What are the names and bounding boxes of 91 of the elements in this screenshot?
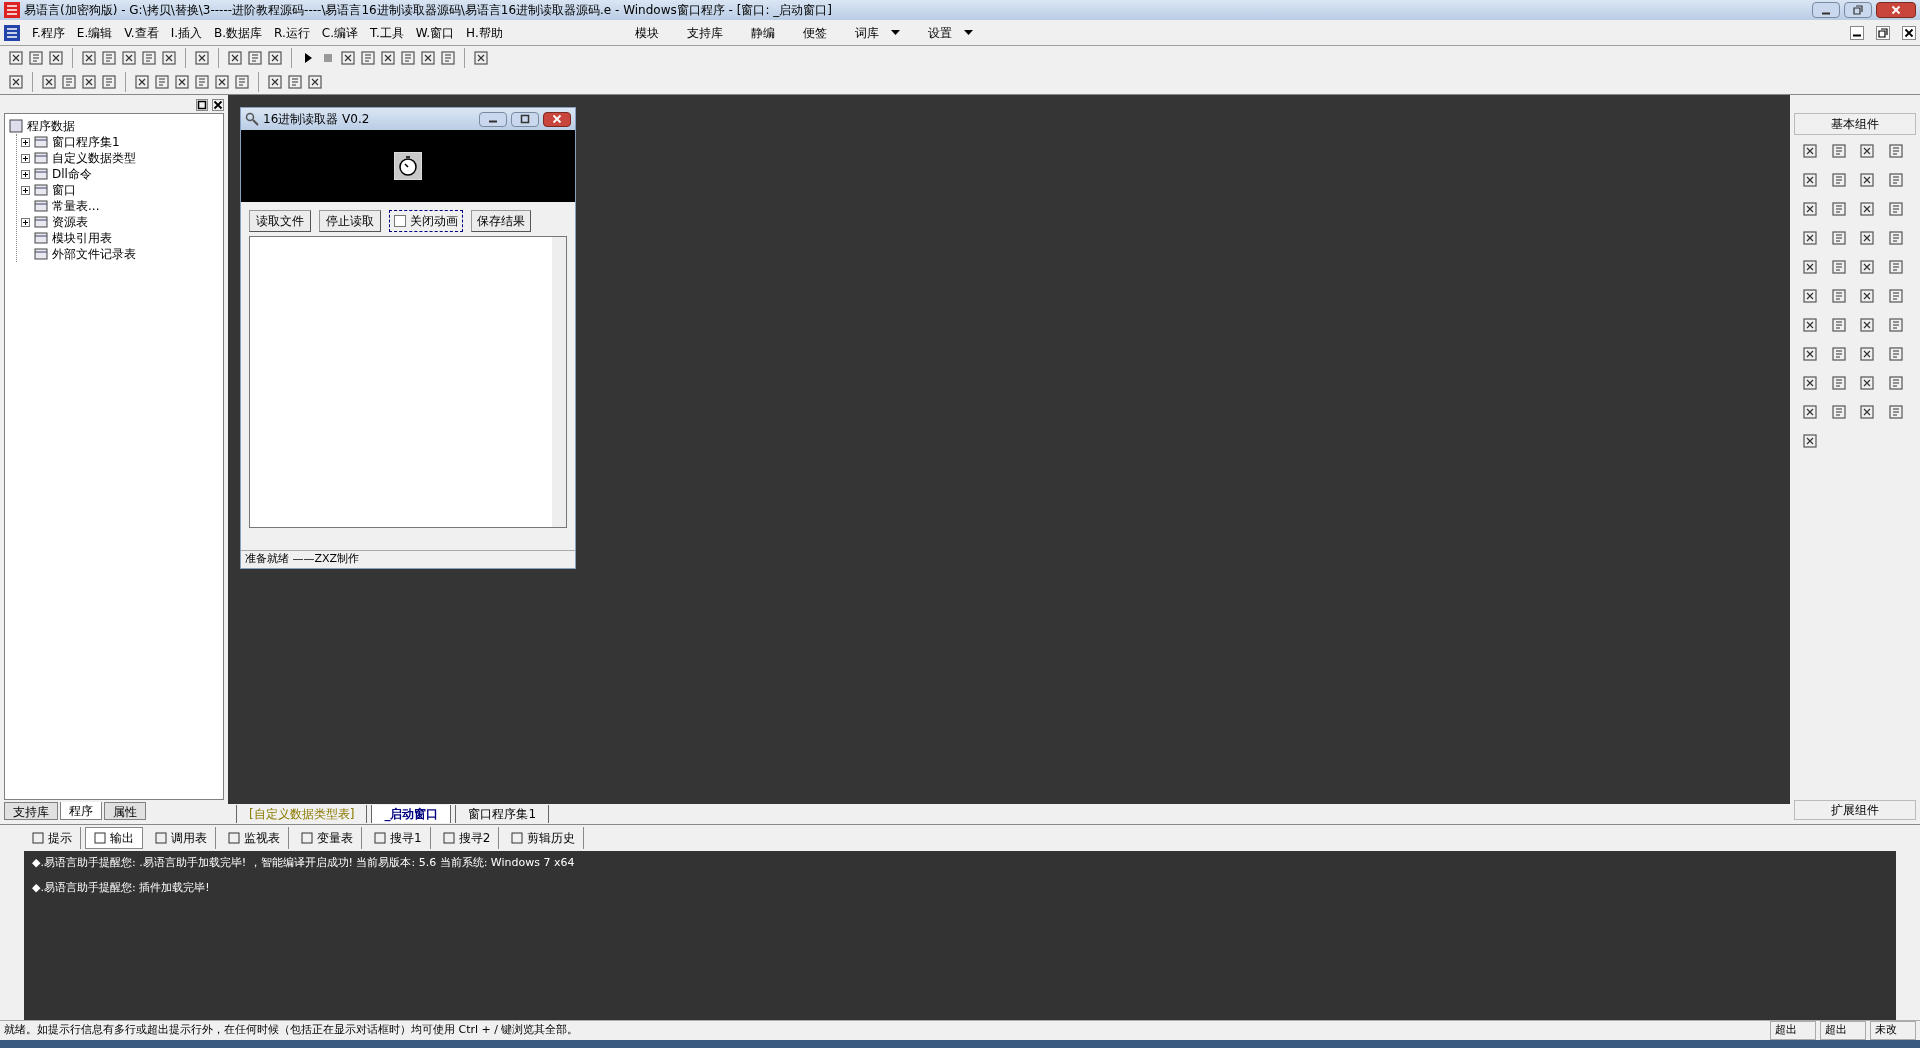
menu-item[interactable]: H.帮助 xyxy=(466,23,503,42)
expand-icon[interactable] xyxy=(21,153,30,163)
maximize-icon xyxy=(520,113,530,124)
form-button[interactable]: 读取文件 xyxy=(249,210,311,232)
app-logo-icon xyxy=(4,24,20,41)
output-line: ◆.易语言助手提醒您: 插件加载完毕! xyxy=(32,879,211,896)
close-button[interactable] xyxy=(543,111,571,127)
form-button[interactable]: 停止读取 xyxy=(319,210,381,232)
tab-icon xyxy=(228,832,240,844)
expand-icon[interactable] xyxy=(21,185,30,195)
output-tab[interactable]: 变量表 xyxy=(293,827,362,849)
output-tab[interactable]: 输出 xyxy=(85,827,143,849)
editor-tab[interactable]: _启动窗口 xyxy=(371,805,452,823)
status-cell: 未改 xyxy=(1870,1021,1916,1040)
menu-item[interactable]: B.数据库 xyxy=(214,23,263,42)
tree-item[interactable]: 窗口程序集1 xyxy=(52,133,120,151)
panel-tab[interactable]: 属性 xyxy=(104,802,146,820)
panel-tab[interactable]: 支持库 xyxy=(4,802,58,820)
close-icon[interactable] xyxy=(212,99,224,111)
tab-icon xyxy=(155,832,167,844)
minimize-icon xyxy=(488,119,498,123)
expand-icon[interactable] xyxy=(21,137,30,147)
status-text: 就绪。如提示行信息有多行或超出提示行外，在任何时候（包括正在显示对话框时）均可使用 Ctrl + / 键浏览其全部。 xyxy=(4,1022,580,1039)
output-tab[interactable]: 剪辑历史 xyxy=(503,827,585,849)
editor-tab[interactable]: [自定义数据类型表] xyxy=(236,805,368,823)
menu-item[interactable]: 静编 xyxy=(750,23,775,42)
scrollbar[interactable] xyxy=(552,237,566,527)
checkbox[interactable] xyxy=(394,215,406,227)
close-icon xyxy=(552,113,562,124)
panel-tab[interactable]: 程序 xyxy=(60,802,102,820)
dropdown-arrow-icon[interactable] xyxy=(963,29,973,36)
restore-icon xyxy=(1853,5,1863,15)
components-header: 基本组件 xyxy=(1794,113,1916,135)
checkbox-label: 关闭动画 xyxy=(410,213,458,230)
minimize-icon xyxy=(1821,11,1831,15)
minimize-button[interactable] xyxy=(1812,2,1840,18)
close-icon xyxy=(1891,5,1901,15)
status-cell: 超出 xyxy=(1820,1021,1866,1040)
app-logo-icon xyxy=(4,2,20,18)
form-title: 16进制读取器 V0.2 xyxy=(263,111,371,128)
menu-item[interactable]: F.程序 xyxy=(32,23,65,42)
tab-icon xyxy=(301,832,313,844)
menu-item[interactable]: V.查看 xyxy=(124,23,159,42)
tree-item[interactable]: 资源表 xyxy=(52,213,88,231)
menu-item[interactable]: E.编辑 xyxy=(76,23,113,42)
restore-button[interactable] xyxy=(1844,2,1872,18)
form-button[interactable]: 保存结果 xyxy=(471,210,531,232)
menu-item[interactable]: 支持库 xyxy=(686,23,723,42)
tree-item[interactable]: 自定义数据类型 xyxy=(52,149,136,167)
tree-item[interactable]: 常量表... xyxy=(52,197,100,215)
output-tab[interactable]: 搜寻2 xyxy=(434,827,500,849)
editor-tab[interactable]: 窗口程序集1 xyxy=(455,805,549,823)
menu-item[interactable]: R.运行 xyxy=(274,23,310,42)
output-tab[interactable]: 搜寻1 xyxy=(366,827,431,849)
output-tab[interactable]: 监视表 xyxy=(220,827,289,849)
tab-icon xyxy=(374,832,386,844)
menu-item[interactable]: T.工具 xyxy=(370,23,404,42)
close-button[interactable] xyxy=(1876,2,1916,18)
window-title: 易语言(加密狗版) - G:\拷贝\替换\3-----进阶教程源码----\易语言16进制读取器源码\易语言16进制读取器源码.e - Windows窗口程序 - [窗口: _启动窗口] xyxy=(24,2,832,19)
menu-item[interactable]: 词库 xyxy=(854,23,879,42)
tab-icon xyxy=(32,832,44,844)
components-footer[interactable]: 扩展组件 xyxy=(1794,800,1916,820)
magnifier-icon xyxy=(245,112,259,126)
menu-item[interactable]: I.插入 xyxy=(170,23,203,42)
stopwatch-icon xyxy=(394,152,422,180)
tree-item[interactable]: 外部文件记录表 xyxy=(52,245,136,263)
tab-icon xyxy=(511,832,524,844)
output-tab[interactable]: 提示 xyxy=(24,827,81,849)
expand-icon[interactable] xyxy=(21,169,30,179)
menu-item[interactable]: 设置 xyxy=(927,23,952,42)
expand-icon[interactable] xyxy=(21,217,30,227)
tree-item[interactable]: 窗口 xyxy=(52,181,76,199)
menu-item[interactable]: W.窗口 xyxy=(415,23,455,42)
output-line: ◆.易语言助手提醒您: .易语言助手加载完毕! ，智能编译开启成功! 当前易版本: 5.6 当前系统: Windows 7 x64 xyxy=(32,855,576,871)
tab-icon xyxy=(442,832,455,844)
output-tab[interactable]: 调用表 xyxy=(147,827,216,849)
dropdown-arrow-icon[interactable] xyxy=(890,29,900,36)
menu-item[interactable]: C.编译 xyxy=(321,23,359,42)
minimize-icon[interactable] xyxy=(1850,25,1864,40)
form-status-text: 准备就绪 ——ZXZ制作 xyxy=(245,551,360,568)
menu-item[interactable]: 便签 xyxy=(802,23,827,42)
restore-icon[interactable] xyxy=(1876,25,1890,40)
tree-item[interactable]: 程序数据 xyxy=(27,117,75,135)
maximize-icon[interactable] xyxy=(196,99,208,111)
menu-item[interactable]: 模块 xyxy=(634,23,659,42)
tab-icon xyxy=(94,832,106,844)
status-cell: 超出 xyxy=(1770,1021,1816,1040)
tree-item[interactable]: Dll命令 xyxy=(52,165,92,183)
close-icon[interactable] xyxy=(1902,25,1916,40)
maximize-button[interactable] xyxy=(511,111,539,127)
tree-item[interactable]: 模块引用表 xyxy=(52,229,112,247)
